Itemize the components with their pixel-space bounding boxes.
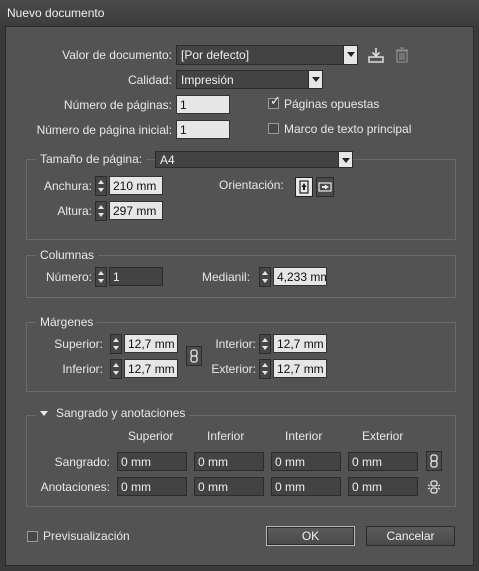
bleed-col-top: Superior xyxy=(128,429,174,443)
landscape-icon[interactable] xyxy=(316,177,334,197)
preview-checkbox[interactable] xyxy=(27,531,38,542)
quality-value: Impresión xyxy=(181,73,234,87)
quality-label: Calidad: xyxy=(127,73,172,87)
cancel-button[interactable]: Cancelar xyxy=(366,526,455,546)
page-size-value: A4 xyxy=(160,153,175,167)
margin-inside-label: Interior: xyxy=(215,337,256,351)
primary-text-frame-checkbox[interactable] xyxy=(268,123,279,134)
chain-link-icon[interactable] xyxy=(426,451,442,471)
margin-bottom-input[interactable]: 12,7 mm xyxy=(124,359,178,378)
slug-outside-input[interactable]: 0 mm xyxy=(348,477,418,496)
width-stepper[interactable] xyxy=(95,176,107,196)
pages-input[interactable]: 1 xyxy=(176,95,230,114)
facing-pages-checkbox[interactable]: ✓ xyxy=(268,94,281,109)
disclosure-triangle-icon xyxy=(40,411,48,417)
bleed-slug-title: Sangrado y anotaciones xyxy=(56,406,186,420)
height-stepper[interactable] xyxy=(95,201,107,221)
slug-label: Anotaciones: xyxy=(40,480,110,494)
margin-outside-stepper[interactable] xyxy=(259,359,271,379)
margin-top-label: Superior: xyxy=(54,337,103,351)
facing-pages-label: Páginas opuestas xyxy=(284,97,380,111)
bleed-bottom-input[interactable]: 0 mm xyxy=(194,452,264,471)
margin-inside-stepper[interactable] xyxy=(259,334,271,354)
margins-group xyxy=(26,322,456,392)
preset-label: Valor de documento: xyxy=(62,48,172,62)
start-page-input[interactable]: 1 xyxy=(176,120,230,139)
bleed-inside-input[interactable]: 0 mm xyxy=(271,452,341,471)
slug-bottom-input[interactable]: 0 mm xyxy=(194,477,264,496)
margin-bottom-stepper[interactable] xyxy=(110,359,122,379)
slug-top-input[interactable]: 0 mm xyxy=(117,477,187,496)
columns-number-input[interactable]: 1 xyxy=(109,267,163,286)
bleed-outside-input[interactable]: 0 mm xyxy=(348,452,418,471)
height-label: Altura: xyxy=(57,204,92,218)
window-title: Nuevo documento xyxy=(7,6,105,20)
page-size-group xyxy=(26,159,456,240)
gutter-stepper[interactable] xyxy=(259,267,271,287)
columns-number-stepper[interactable] xyxy=(95,267,107,287)
page-size-legend: Tamaño de página: xyxy=(36,152,147,166)
margin-inside-input[interactable]: 12,7 mm xyxy=(273,334,327,353)
preset-dropdown[interactable]: [Por defecto] xyxy=(176,45,358,65)
margin-outside-label: Exterior: xyxy=(211,362,256,376)
portrait-icon[interactable] xyxy=(295,177,313,197)
start-page-label: Número de página inicial: xyxy=(36,123,172,137)
margin-bottom-label: Inferior: xyxy=(62,362,103,376)
ok-button[interactable]: OK xyxy=(266,526,355,546)
gutter-label: Medianil: xyxy=(202,270,251,284)
preview-label: Previsualización xyxy=(43,529,130,543)
preset-value: [Por defecto] xyxy=(181,48,250,62)
bleed-col-bottom: Inferior xyxy=(207,429,245,443)
checkmark-icon: ✓ xyxy=(270,93,281,108)
height-input[interactable]: 297 mm xyxy=(109,201,163,220)
slug-inside-input[interactable]: 0 mm xyxy=(271,477,341,496)
bleed-slug-legend[interactable]: Sangrado y anotaciones xyxy=(36,406,190,420)
quality-dropdown[interactable]: Impresión xyxy=(176,70,323,89)
orientation-label: Orientación: xyxy=(219,178,284,192)
width-input[interactable]: 210 mm xyxy=(109,176,163,195)
bleed-col-inside: Interior xyxy=(285,429,323,443)
chevron-down-icon xyxy=(338,152,352,167)
margins-legend: Márgenes xyxy=(36,315,98,329)
broken-chain-icon[interactable] xyxy=(426,477,442,497)
bleed-col-outside: Exterior xyxy=(362,429,404,443)
width-label: Anchura: xyxy=(43,179,92,193)
bleed-label: Sangrado: xyxy=(54,455,110,469)
gutter-input[interactable]: 4,233 mm xyxy=(273,267,327,286)
margin-outside-input[interactable]: 12,7 mm xyxy=(273,359,327,378)
primary-text-frame-label: Marco de texto principal xyxy=(284,122,412,136)
margin-top-input[interactable]: 12,7 mm xyxy=(124,334,178,353)
pages-label: Número de páginas: xyxy=(63,98,172,112)
title-bar: Nuevo documento xyxy=(0,0,479,26)
columns-number-label: Número: xyxy=(45,270,92,284)
trash-icon[interactable] xyxy=(394,46,410,64)
page-size-dropdown[interactable]: A4 xyxy=(155,151,353,168)
margin-top-stepper[interactable] xyxy=(110,334,122,354)
bleed-top-input[interactable]: 0 mm xyxy=(117,452,187,471)
chevron-down-icon xyxy=(308,71,322,88)
columns-legend: Columnas xyxy=(36,248,99,262)
chevron-down-icon xyxy=(343,46,357,64)
save-preset-icon[interactable] xyxy=(367,46,385,64)
